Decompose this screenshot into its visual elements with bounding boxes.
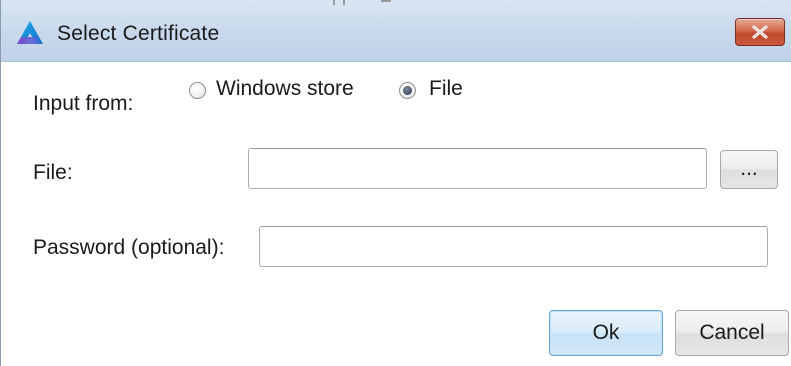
- file-label: File:: [33, 161, 73, 184]
- title-bar[interactable]: Select Certificate: [1, 0, 791, 62]
- radio-windows-store-label[interactable]: Windows store: [216, 77, 354, 101]
- close-icon: [752, 25, 768, 39]
- select-certificate-dialog: Select Certificate Input from: Windows s…: [0, 0, 791, 366]
- browse-button-label: ...: [740, 157, 758, 180]
- close-button[interactable]: [735, 18, 785, 46]
- password-input[interactable]: [259, 226, 768, 267]
- browse-button[interactable]: ...: [720, 150, 778, 189]
- radio-windows-store[interactable]: [189, 82, 206, 99]
- file-path-input[interactable]: [248, 148, 707, 189]
- password-label: Password (optional):: [33, 236, 225, 259]
- ok-button-label: Ok: [592, 321, 620, 344]
- radio-file[interactable]: [399, 82, 416, 99]
- radio-file-label[interactable]: File: [429, 77, 463, 101]
- window-title: Select Certificate: [57, 22, 220, 45]
- cancel-button[interactable]: Cancel: [675, 310, 789, 356]
- input-from-label: Input from:: [33, 92, 134, 115]
- cancel-button-label: Cancel: [699, 321, 765, 344]
- title-bar-accent: [333, 0, 391, 5]
- app-logo-icon: [17, 21, 43, 44]
- ok-button[interactable]: Ok: [549, 310, 663, 356]
